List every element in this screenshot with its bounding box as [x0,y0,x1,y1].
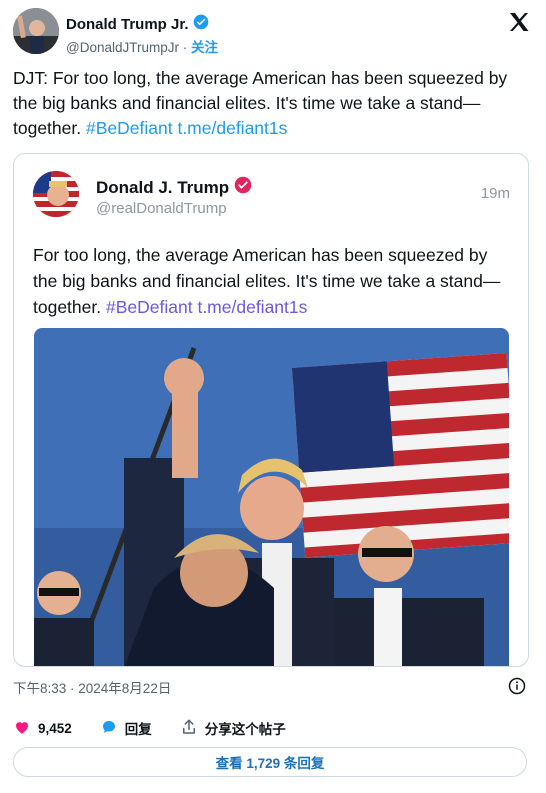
view-replies-button[interactable]: 查看 1,729 条回复 [13,747,527,777]
follow-button[interactable]: 关注 [191,40,218,55]
post-photo[interactable] [34,328,509,666]
tweet-text: DJT: For too long, the average American … [13,66,533,141]
info-icon[interactable] [508,677,526,695]
author-avatar[interactable] [13,8,59,54]
like-button[interactable]: 9,452 [13,718,72,739]
action-bar: 9,452 回复 分享这个帖子 [13,718,314,738]
share-label: 分享这个帖子 [204,722,286,737]
author-handle[interactable]: @DonaldJTrumpJr [66,40,179,55]
quoted-post-text: For too long, the average American has b… [33,242,513,320]
quoted-url-link[interactable]: t.me/defiant1s [197,297,307,317]
share-icon [180,718,198,739]
share-button[interactable]: 分享这个帖子 [180,718,286,739]
quoted-author-handle[interactable]: @realDonaldTrump [96,200,227,217]
like-count: 9,452 [38,720,72,736]
quoted-hashtag-link[interactable]: #BeDefiant [106,297,193,317]
heart-icon [13,718,31,739]
post-timestamp[interactable]: 下午8:33 · 2024年8月22日 [13,677,171,697]
hashtag-link[interactable]: #BeDefiant [86,118,173,138]
author-name[interactable]: Donald Trump Jr. [66,16,189,33]
reply-icon [100,718,118,739]
reply-button[interactable]: 回复 [100,718,152,739]
quoted-author-name[interactable]: Donald J. Trump [96,178,229,198]
handle-separator: · [182,40,188,55]
quoted-author-avatar[interactable] [33,171,79,217]
quoted-post-time: 19m [480,185,510,202]
verified-badge-icon [234,176,252,199]
view-replies-label: 查看 1,729 条回复 [215,756,325,771]
x-logo-icon[interactable] [507,10,531,34]
verified-badge-icon [193,14,209,35]
url-link[interactable]: t.me/defiant1s [177,118,287,138]
reply-label: 回复 [124,722,152,737]
tweet-header: Donald Trump Jr. @DonaldJTrumpJr · 关注 [13,8,533,56]
quoted-post-card[interactable]: Donald J. Trump @realDonaldTrump 19m For… [13,153,529,667]
